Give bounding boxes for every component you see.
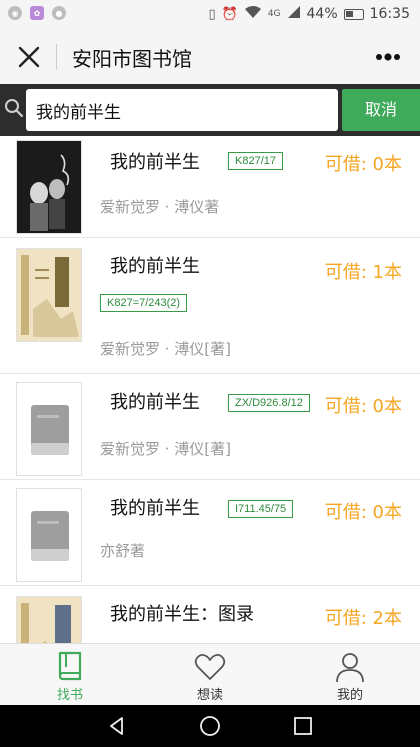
system-status: ▯ ⏰ 4G 44% 16:35 [208, 5, 410, 23]
list-item[interactable]: 我的前半生 ZX/D926.8/12 可借: 0本 爱新觉罗 · 溥仪[著] [0, 374, 420, 480]
cancel-button[interactable]: 取消 [342, 89, 420, 131]
battery-icon [343, 8, 364, 20]
title-bar: 安阳市图书馆 [0, 30, 420, 84]
photos-app-icon: ✿ [30, 6, 44, 20]
list-item[interactable]: 我的前半生 可借: 1本 K827=7/243(2) 爱新觉罗 · 溥仪[著] [0, 238, 420, 374]
tab-want-to-read[interactable]: 想读 [140, 644, 280, 706]
book-list: 我的前半生 K827/17 可借: 0本 爱新觉罗 · 溥仪著 我的前半生 可借… [0, 136, 420, 643]
network-type-label: 4G [267, 9, 281, 19]
tab-label: 想读 [196, 688, 223, 703]
list-item[interactable]: 我的前半生 I711.45/75 可借: 0本 亦舒著 [0, 480, 420, 586]
app-notification-icon: ◉ [8, 6, 22, 20]
availability-label: 可借: 0本 [324, 396, 402, 417]
alarm-icon: ⏰ [221, 6, 238, 22]
tab-find-book[interactable]: 找书 [0, 644, 140, 706]
book-cover-placeholder [16, 488, 82, 582]
availability-label: 可借: 0本 [324, 154, 402, 175]
book-placeholder-icon [31, 511, 69, 561]
search-input[interactable] [26, 89, 338, 131]
close-icon [18, 46, 40, 68]
call-number-badge: ZX/D926.8/12 [228, 394, 310, 412]
book-title: 我的前半生 [110, 498, 200, 519]
availability-label: 可借: 0本 [324, 502, 402, 523]
page-title: 安阳市图书馆 [72, 47, 192, 71]
book-cover [16, 596, 82, 643]
more-icon [376, 53, 400, 61]
book-author: 爱新觉罗 · 溥仪[著] [100, 340, 232, 358]
search-icon [5, 99, 24, 118]
clock: 16:35 [369, 6, 410, 22]
recents-icon[interactable] [292, 715, 314, 737]
back-icon[interactable] [106, 715, 128, 737]
book-cover [16, 248, 82, 342]
status-bar: ◉ ✿ ● ▯ ⏰ 4G 44% 16:35 [0, 0, 420, 30]
book-placeholder-icon [31, 405, 69, 455]
book-title: 我的前半生 [110, 256, 200, 277]
book-title: 我的前半生 [110, 152, 200, 173]
book-cover-placeholder [16, 382, 82, 476]
availability-label: 可借: 2本 [324, 608, 402, 629]
person-icon [336, 653, 364, 683]
book-icon [58, 651, 82, 681]
heart-icon [194, 653, 226, 680]
tab-label: 找书 [56, 688, 83, 703]
call-number-badge: I711.45/75 [228, 500, 294, 518]
book-title: 我的前半生：图录 [110, 604, 254, 625]
chat-app-icon: ● [52, 6, 66, 20]
list-item[interactable]: 我的前半生 K827/17 可借: 0本 爱新觉罗 · 溥仪著 [0, 136, 420, 238]
home-icon[interactable] [199, 715, 221, 737]
wifi-icon [244, 5, 262, 23]
notification-icons: ◉ ✿ ● [8, 6, 66, 20]
more-button[interactable] [370, 38, 406, 74]
book-title: 我的前半生 [110, 392, 200, 413]
signal-icon [287, 5, 301, 23]
availability-label: 可借: 1本 [324, 262, 402, 283]
tab-mine[interactable]: 我的 [280, 644, 420, 706]
book-author: 爱新觉罗 · 溥仪著 [100, 198, 220, 216]
call-number-badge: K827=7/243(2) [100, 294, 188, 312]
system-nav-bar [0, 705, 420, 747]
list-item[interactable]: 我的前半生：图录 可借: 2本 [0, 586, 420, 643]
book-author: 亦舒著 [100, 542, 146, 560]
bottom-tab-bar: 找书 想读 我的 [0, 643, 420, 705]
title-divider [56, 44, 57, 70]
vibrate-icon: ▯ [208, 6, 216, 22]
call-number-badge: K827/17 [228, 152, 283, 170]
book-author: 爱新觉罗 · 溥仪[著] [100, 440, 232, 458]
battery-percent: 44% [306, 6, 338, 22]
close-button[interactable] [12, 40, 46, 74]
search-bar: 取消 [0, 84, 420, 136]
book-cover [16, 140, 82, 234]
tab-label: 我的 [336, 688, 363, 703]
